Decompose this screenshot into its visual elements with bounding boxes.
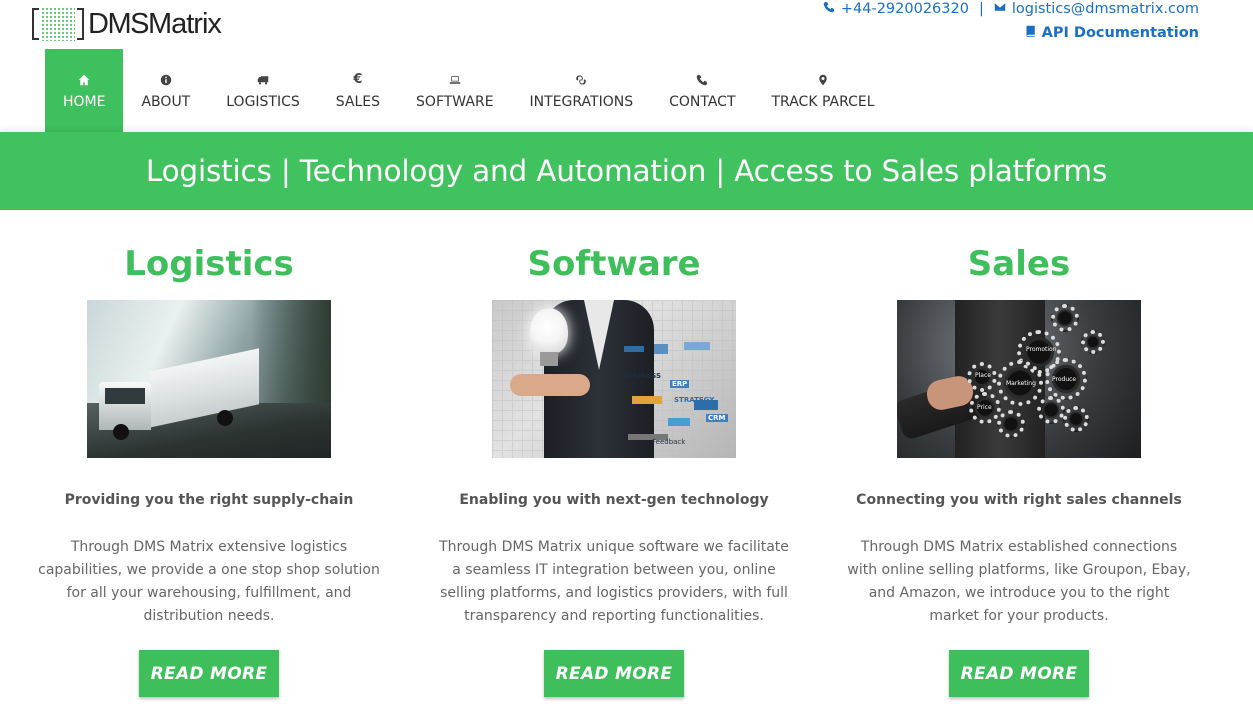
column-title: Sales (967, 244, 1071, 284)
image-word: STRATEGY (674, 396, 715, 404)
truck-icon (257, 72, 269, 88)
logistics-truck-image (87, 300, 331, 458)
column-subtitle: Providing you the right supply-chain (64, 492, 354, 508)
image-word: Marketing (1006, 380, 1036, 387)
sales-gears-image: Promotion Marketing Produce Place Price (897, 300, 1141, 458)
nav-item-sales[interactable]: € SALES (318, 49, 398, 132)
image-word: Feedback (652, 438, 686, 446)
column-subtitle: Enabling you with next-gen technology (459, 492, 769, 508)
nav-item-label: ABOUT (141, 93, 191, 110)
column-body: Through DMS Matrix established connectio… (847, 539, 1191, 624)
column-title: Software (527, 244, 701, 284)
column-subtitle: Connecting you with right sales channels (856, 492, 1182, 508)
hero-banner: Logistics | Technology and Automation | … (0, 132, 1253, 210)
nav-item-label: SOFTWARE (416, 93, 494, 110)
nav-item-label: LOGISTICS (226, 93, 300, 110)
nav-item-label: SALES (335, 93, 381, 110)
envelope-icon (994, 1, 1006, 17)
image-word: Promotion (1026, 346, 1057, 353)
nav-item-about[interactable]: ABOUT (123, 49, 208, 132)
software-column: Software BUSINESS STRATEGY ERP CRM Feedb… (414, 240, 814, 697)
link-icon (575, 72, 587, 88)
main-nav: HOME ABOUT LOGISTICS € SALES SOFTWARE IN… (45, 49, 893, 132)
euro-icon: € (353, 72, 363, 87)
nav-item-home[interactable]: HOME (45, 49, 124, 132)
column-body: Through DMS Matrix extensive logistics c… (38, 539, 380, 624)
nav-item-label: TRACK PARCEL (771, 93, 875, 110)
column-body: Through DMS Matrix unique software we fa… (439, 539, 789, 624)
nav-item-software[interactable]: SOFTWARE (398, 49, 512, 132)
map-marker-icon (817, 72, 829, 88)
logo-text: DMSMatrix (88, 7, 222, 40)
software-read-more-button[interactable]: READ MORE (544, 650, 684, 697)
image-word: Price (977, 404, 992, 411)
logistics-column: Logistics Providing you the right supply… (9, 240, 409, 697)
laptop-icon (449, 72, 461, 88)
banner-title: Logistics | Technology and Automation | … (145, 154, 1108, 188)
logistics-read-more-button[interactable]: READ MORE (139, 650, 279, 697)
nav-item-label: INTEGRATIONS (529, 93, 634, 110)
phone-icon (823, 1, 835, 17)
info-icon (160, 72, 172, 88)
image-word: CRM (706, 414, 728, 422)
logo-cube-icon (32, 6, 84, 42)
software-lightbulb-image: BUSINESS STRATEGY ERP CRM Feedback (492, 300, 736, 458)
site-logo[interactable]: DMSMatrix (32, 4, 222, 44)
book-icon (1025, 25, 1037, 41)
contact-bar: +44-2920026320 | logistics@dmsmatrix.com (823, 1, 1199, 17)
contact-separator: | (978, 1, 984, 17)
home-icon (78, 72, 90, 88)
image-word: Produce (1052, 376, 1077, 383)
image-word: BUSINESS (622, 372, 662, 380)
nav-item-contact[interactable]: CONTACT (651, 49, 753, 132)
image-word: ERP (670, 380, 690, 388)
image-word: Place (975, 372, 991, 379)
phone-link[interactable]: +44-2920026320 (841, 1, 969, 17)
nav-item-label: HOME (63, 93, 106, 110)
api-documentation-label: API Documentation (1041, 25, 1199, 41)
nav-item-track-parcel[interactable]: TRACK PARCEL (754, 49, 893, 132)
nav-item-logistics[interactable]: LOGISTICS (208, 49, 318, 132)
column-title: Logistics (124, 244, 294, 284)
api-documentation-link[interactable]: API Documentation (1025, 25, 1199, 41)
nav-item-label: CONTACT (669, 93, 736, 110)
sales-read-more-button[interactable]: READ MORE (949, 650, 1089, 697)
nav-item-integrations[interactable]: INTEGRATIONS (512, 49, 652, 132)
email-link[interactable]: logistics@dmsmatrix.com (1012, 1, 1199, 17)
sales-column: Sales Promotion Marketing Produce Place … (819, 240, 1219, 697)
phone-icon (696, 72, 708, 88)
